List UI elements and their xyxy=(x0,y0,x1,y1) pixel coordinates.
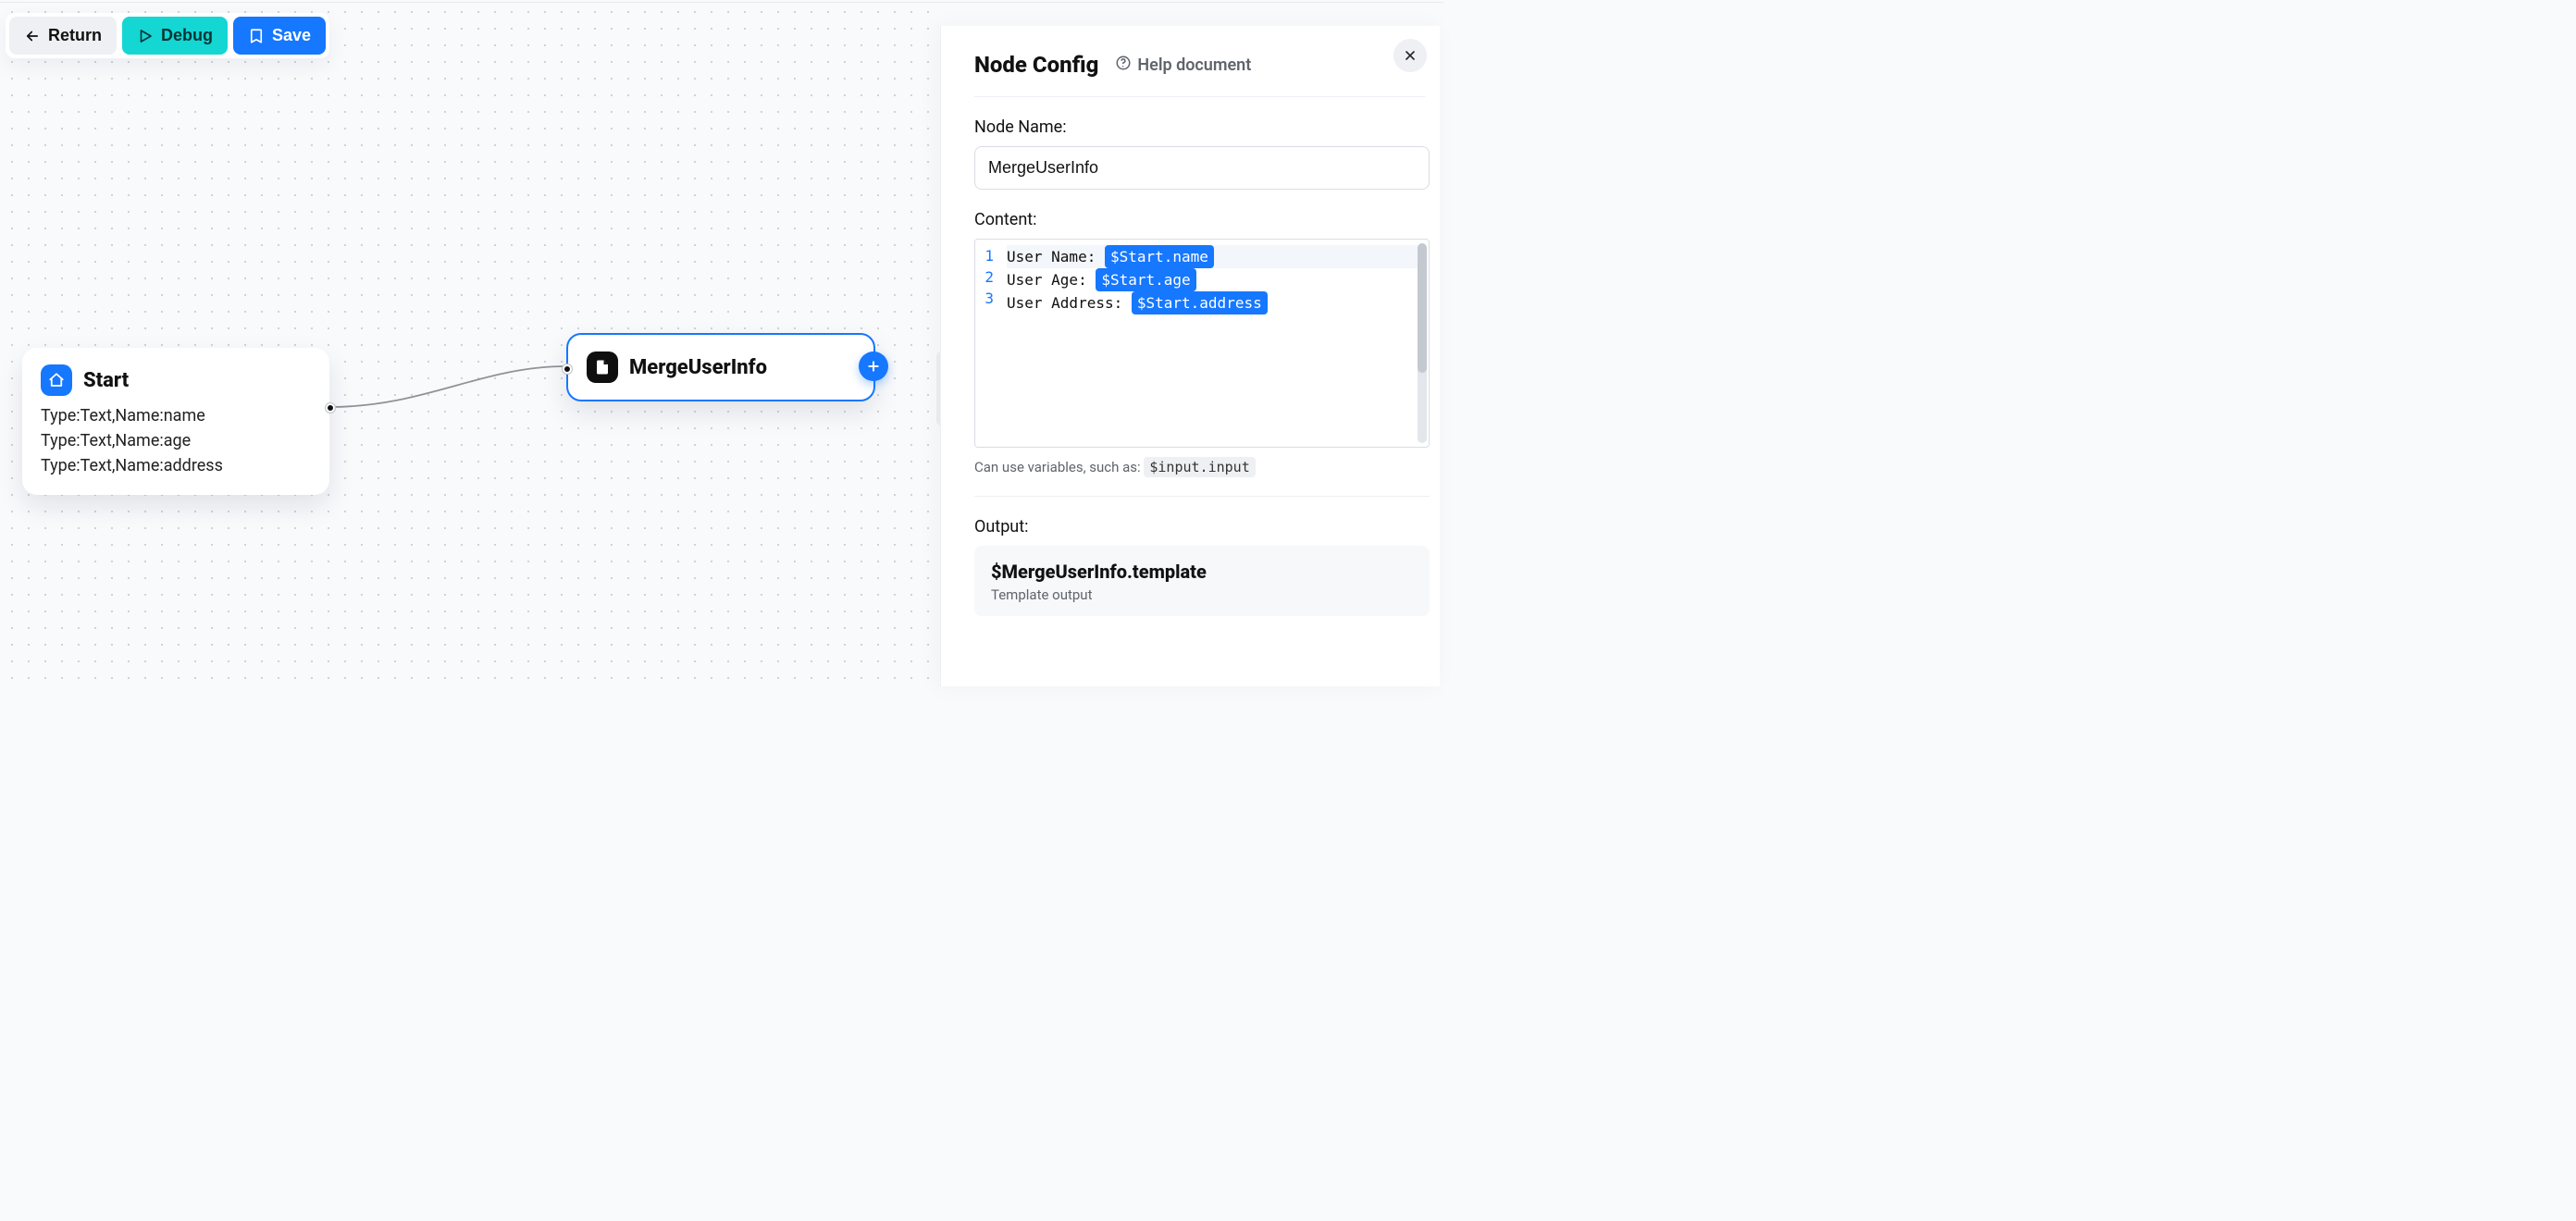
top-toolbar: Return Debug Save xyxy=(6,13,329,58)
home-icon xyxy=(41,364,72,396)
editor-line[interactable]: User Name: $Start.name xyxy=(1007,245,1421,268)
output-label: Output: xyxy=(974,517,1425,536)
workflow-canvas[interactable]: Start Type:Text,Name:name Type:Text,Name… xyxy=(0,0,940,686)
return-button[interactable]: Return xyxy=(9,17,117,55)
port-in[interactable] xyxy=(563,364,572,374)
help-document-link[interactable]: Help document xyxy=(1115,55,1251,76)
node-start-body: Type:Text,Name:name Type:Text,Name:age T… xyxy=(41,403,311,478)
question-icon xyxy=(1115,55,1132,76)
editor-content[interactable]: User Name: $Start.name User Age: $Start.… xyxy=(999,240,1429,447)
bookmark-icon xyxy=(248,28,265,44)
node-title: Start xyxy=(83,369,129,392)
node-name-label: Node Name: xyxy=(974,117,1425,137)
editor-line[interactable]: User Address: $Start.address xyxy=(1007,291,1421,314)
node-start[interactable]: Start Type:Text,Name:name Type:Text,Name… xyxy=(22,348,329,495)
output-description: Template output xyxy=(991,586,1413,603)
add-connection-button[interactable] xyxy=(859,352,888,381)
file-icon xyxy=(587,352,618,383)
editor-line[interactable]: User Age: $Start.age xyxy=(1007,268,1421,291)
editor-scrollbar[interactable] xyxy=(1418,243,1427,443)
port-out[interactable] xyxy=(326,403,335,413)
play-icon xyxy=(137,28,154,44)
content-label: Content: xyxy=(974,210,1425,229)
debug-button[interactable]: Debug xyxy=(122,17,228,55)
output-card: $MergeUserInfo.template Template output xyxy=(974,546,1430,616)
node-title: MergeUserInfo xyxy=(629,356,767,379)
variable-chip[interactable]: $Start.address xyxy=(1132,291,1268,314)
node-name-input[interactable] xyxy=(974,146,1430,190)
node-mergeuserinfo[interactable]: MergeUserInfo xyxy=(566,333,875,401)
output-variable: $MergeUserInfo.template xyxy=(991,561,1413,583)
variable-chip[interactable]: $Start.name xyxy=(1105,245,1214,268)
save-button[interactable]: Save xyxy=(233,17,326,55)
variable-chip[interactable]: $Start.age xyxy=(1096,268,1195,291)
content-hint: Can use variables, such as: $input.input xyxy=(974,459,1430,497)
editor-gutter: 1 2 3 xyxy=(975,240,999,447)
panel-title: Node Config xyxy=(974,52,1098,78)
close-button[interactable] xyxy=(1393,39,1427,72)
arrow-left-icon xyxy=(24,28,41,44)
content-editor[interactable]: 1 2 3 User Name: $Start.name User Age: $… xyxy=(974,239,1430,448)
node-config-panel: Node Config Help document Node Name: Con… xyxy=(940,26,1440,686)
hint-token: $input.input xyxy=(1144,457,1255,477)
